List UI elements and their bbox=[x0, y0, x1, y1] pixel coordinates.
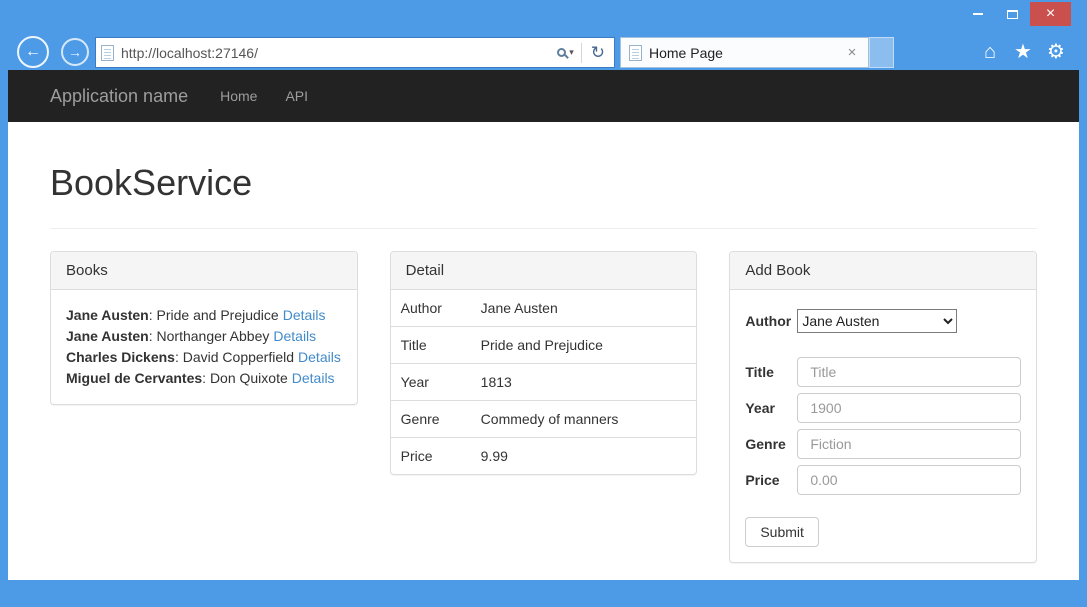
maximize-icon bbox=[1007, 10, 1018, 19]
list-item: Jane Austen: Northanger AbbeyDetails bbox=[66, 326, 342, 347]
nav-item-api[interactable]: API bbox=[285, 88, 308, 104]
minimize-button[interactable] bbox=[960, 2, 995, 26]
add-book-form: Author Jane Austen Title Year bbox=[730, 290, 1036, 562]
navbar: Application name Home API bbox=[8, 70, 1079, 122]
forward-button[interactable]: → bbox=[61, 38, 89, 66]
browser-window: × ← → http://localhost:27146/ ▾ ↻ Home P… bbox=[0, 0, 1087, 607]
close-button[interactable]: × bbox=[1030, 2, 1071, 26]
details-link[interactable]: Details bbox=[298, 349, 341, 365]
list-item: Charles Dickens: David CopperfieldDetail… bbox=[66, 347, 342, 368]
detail-panel: Detail Author Jane Austen Title Pride an… bbox=[390, 251, 698, 475]
separator: : bbox=[149, 307, 157, 323]
submit-button[interactable]: Submit bbox=[745, 517, 819, 547]
book-author: Jane Austen bbox=[66, 328, 149, 344]
back-icon: ← bbox=[25, 43, 41, 60]
price-input[interactable] bbox=[797, 465, 1021, 495]
detail-panel-title: Detail bbox=[391, 252, 697, 290]
row-label: Genre bbox=[391, 401, 473, 437]
favorites-icon[interactable]: ★ bbox=[1008, 37, 1038, 67]
minimize-icon bbox=[973, 13, 983, 15]
separator: : bbox=[202, 370, 210, 386]
genre-label: Genre bbox=[745, 436, 797, 452]
books-panel: Books Jane Austen: Pride and PrejudiceDe… bbox=[50, 251, 358, 405]
row-value: 9.99 bbox=[473, 438, 697, 474]
url-text[interactable]: http://localhost:27146/ bbox=[121, 45, 550, 61]
back-button[interactable]: ← bbox=[17, 36, 49, 68]
nav-item-home[interactable]: Home bbox=[220, 88, 257, 104]
settings-icon[interactable]: ⚙ bbox=[1041, 37, 1071, 67]
genre-input[interactable] bbox=[797, 429, 1021, 459]
book-title: Northanger Abbey bbox=[157, 328, 270, 344]
search-button[interactable]: ▾ bbox=[550, 38, 581, 67]
row-label: Author bbox=[391, 290, 473, 326]
row-label: Title bbox=[391, 327, 473, 363]
table-row: Price 9.99 bbox=[391, 437, 697, 474]
home-icon[interactable]: ⌂ bbox=[975, 37, 1005, 67]
separator: : bbox=[149, 328, 157, 344]
add-book-panel-title: Add Book bbox=[730, 252, 1036, 290]
page-content: BookService Books Jane Austen: Pride and… bbox=[8, 163, 1079, 563]
add-book-panel: Add Book Author Jane Austen Title bbox=[729, 251, 1037, 563]
new-tab-button[interactable] bbox=[869, 37, 894, 68]
author-select[interactable]: Jane Austen bbox=[797, 309, 957, 333]
row-label: Price bbox=[391, 438, 473, 474]
details-link[interactable]: Details bbox=[283, 307, 326, 323]
author-label: Author bbox=[745, 313, 797, 329]
list-item: Jane Austen: Pride and PrejudiceDetails bbox=[66, 305, 342, 326]
refresh-button[interactable]: ↻ bbox=[582, 43, 614, 63]
row-value: Pride and Prejudice bbox=[473, 327, 697, 363]
panels-row: Books Jane Austen: Pride and PrejudiceDe… bbox=[50, 251, 1037, 563]
close-icon: × bbox=[1046, 6, 1055, 22]
table-row: Author Jane Austen bbox=[391, 290, 697, 326]
search-caret-icon: ▾ bbox=[569, 47, 574, 58]
separator: : bbox=[175, 349, 183, 365]
row-value: Jane Austen bbox=[473, 290, 697, 326]
maximize-button[interactable] bbox=[995, 2, 1030, 26]
year-input[interactable] bbox=[797, 393, 1021, 423]
genre-field-row: Genre bbox=[745, 429, 1021, 459]
browser-tab[interactable]: Home Page × bbox=[620, 37, 869, 68]
tab-title: Home Page bbox=[649, 45, 844, 61]
address-bar[interactable]: http://localhost:27146/ ▾ ↻ bbox=[95, 37, 615, 68]
book-author: Charles Dickens bbox=[66, 349, 175, 365]
year-field-row: Year bbox=[745, 393, 1021, 423]
window-controls: × bbox=[960, 2, 1071, 26]
row-label: Year bbox=[391, 364, 473, 400]
detail-table: Author Jane Austen Title Pride and Preju… bbox=[391, 290, 697, 474]
title-label: Title bbox=[745, 364, 797, 380]
year-label: Year bbox=[745, 400, 797, 416]
search-icon bbox=[557, 48, 566, 57]
table-row: Genre Commedy of manners bbox=[391, 400, 697, 437]
price-field-row: Price bbox=[745, 465, 1021, 495]
tab-page-icon bbox=[629, 45, 642, 61]
page-icon bbox=[101, 45, 114, 61]
books-list: Jane Austen: Pride and PrejudiceDetails … bbox=[51, 290, 357, 404]
book-title: Don Quixote bbox=[210, 370, 288, 386]
row-value: 1813 bbox=[473, 364, 697, 400]
row-value: Commedy of manners bbox=[473, 401, 697, 437]
books-panel-title: Books bbox=[51, 252, 357, 290]
details-link[interactable]: Details bbox=[273, 328, 316, 344]
divider bbox=[50, 228, 1037, 229]
table-row: Title Pride and Prejudice bbox=[391, 326, 697, 363]
author-field-row: Author Jane Austen bbox=[745, 309, 1021, 333]
book-author: Jane Austen bbox=[66, 307, 149, 323]
title-field-row: Title bbox=[745, 357, 1021, 387]
book-title: Pride and Prejudice bbox=[157, 307, 279, 323]
table-row: Year 1813 bbox=[391, 363, 697, 400]
tab-close-icon[interactable]: × bbox=[844, 44, 860, 61]
page-title: BookService bbox=[50, 163, 1037, 203]
page-viewport: Application name Home API BookService Bo… bbox=[8, 70, 1079, 580]
details-link[interactable]: Details bbox=[292, 370, 335, 386]
list-item: Miguel de Cervantes: Don QuixoteDetails bbox=[66, 368, 342, 389]
title-input[interactable] bbox=[797, 357, 1021, 387]
forward-icon: → bbox=[68, 44, 82, 60]
book-author: Miguel de Cervantes bbox=[66, 370, 202, 386]
navbar-brand[interactable]: Application name bbox=[50, 86, 188, 107]
book-title: David Copperfield bbox=[183, 349, 294, 365]
price-label: Price bbox=[745, 472, 797, 488]
